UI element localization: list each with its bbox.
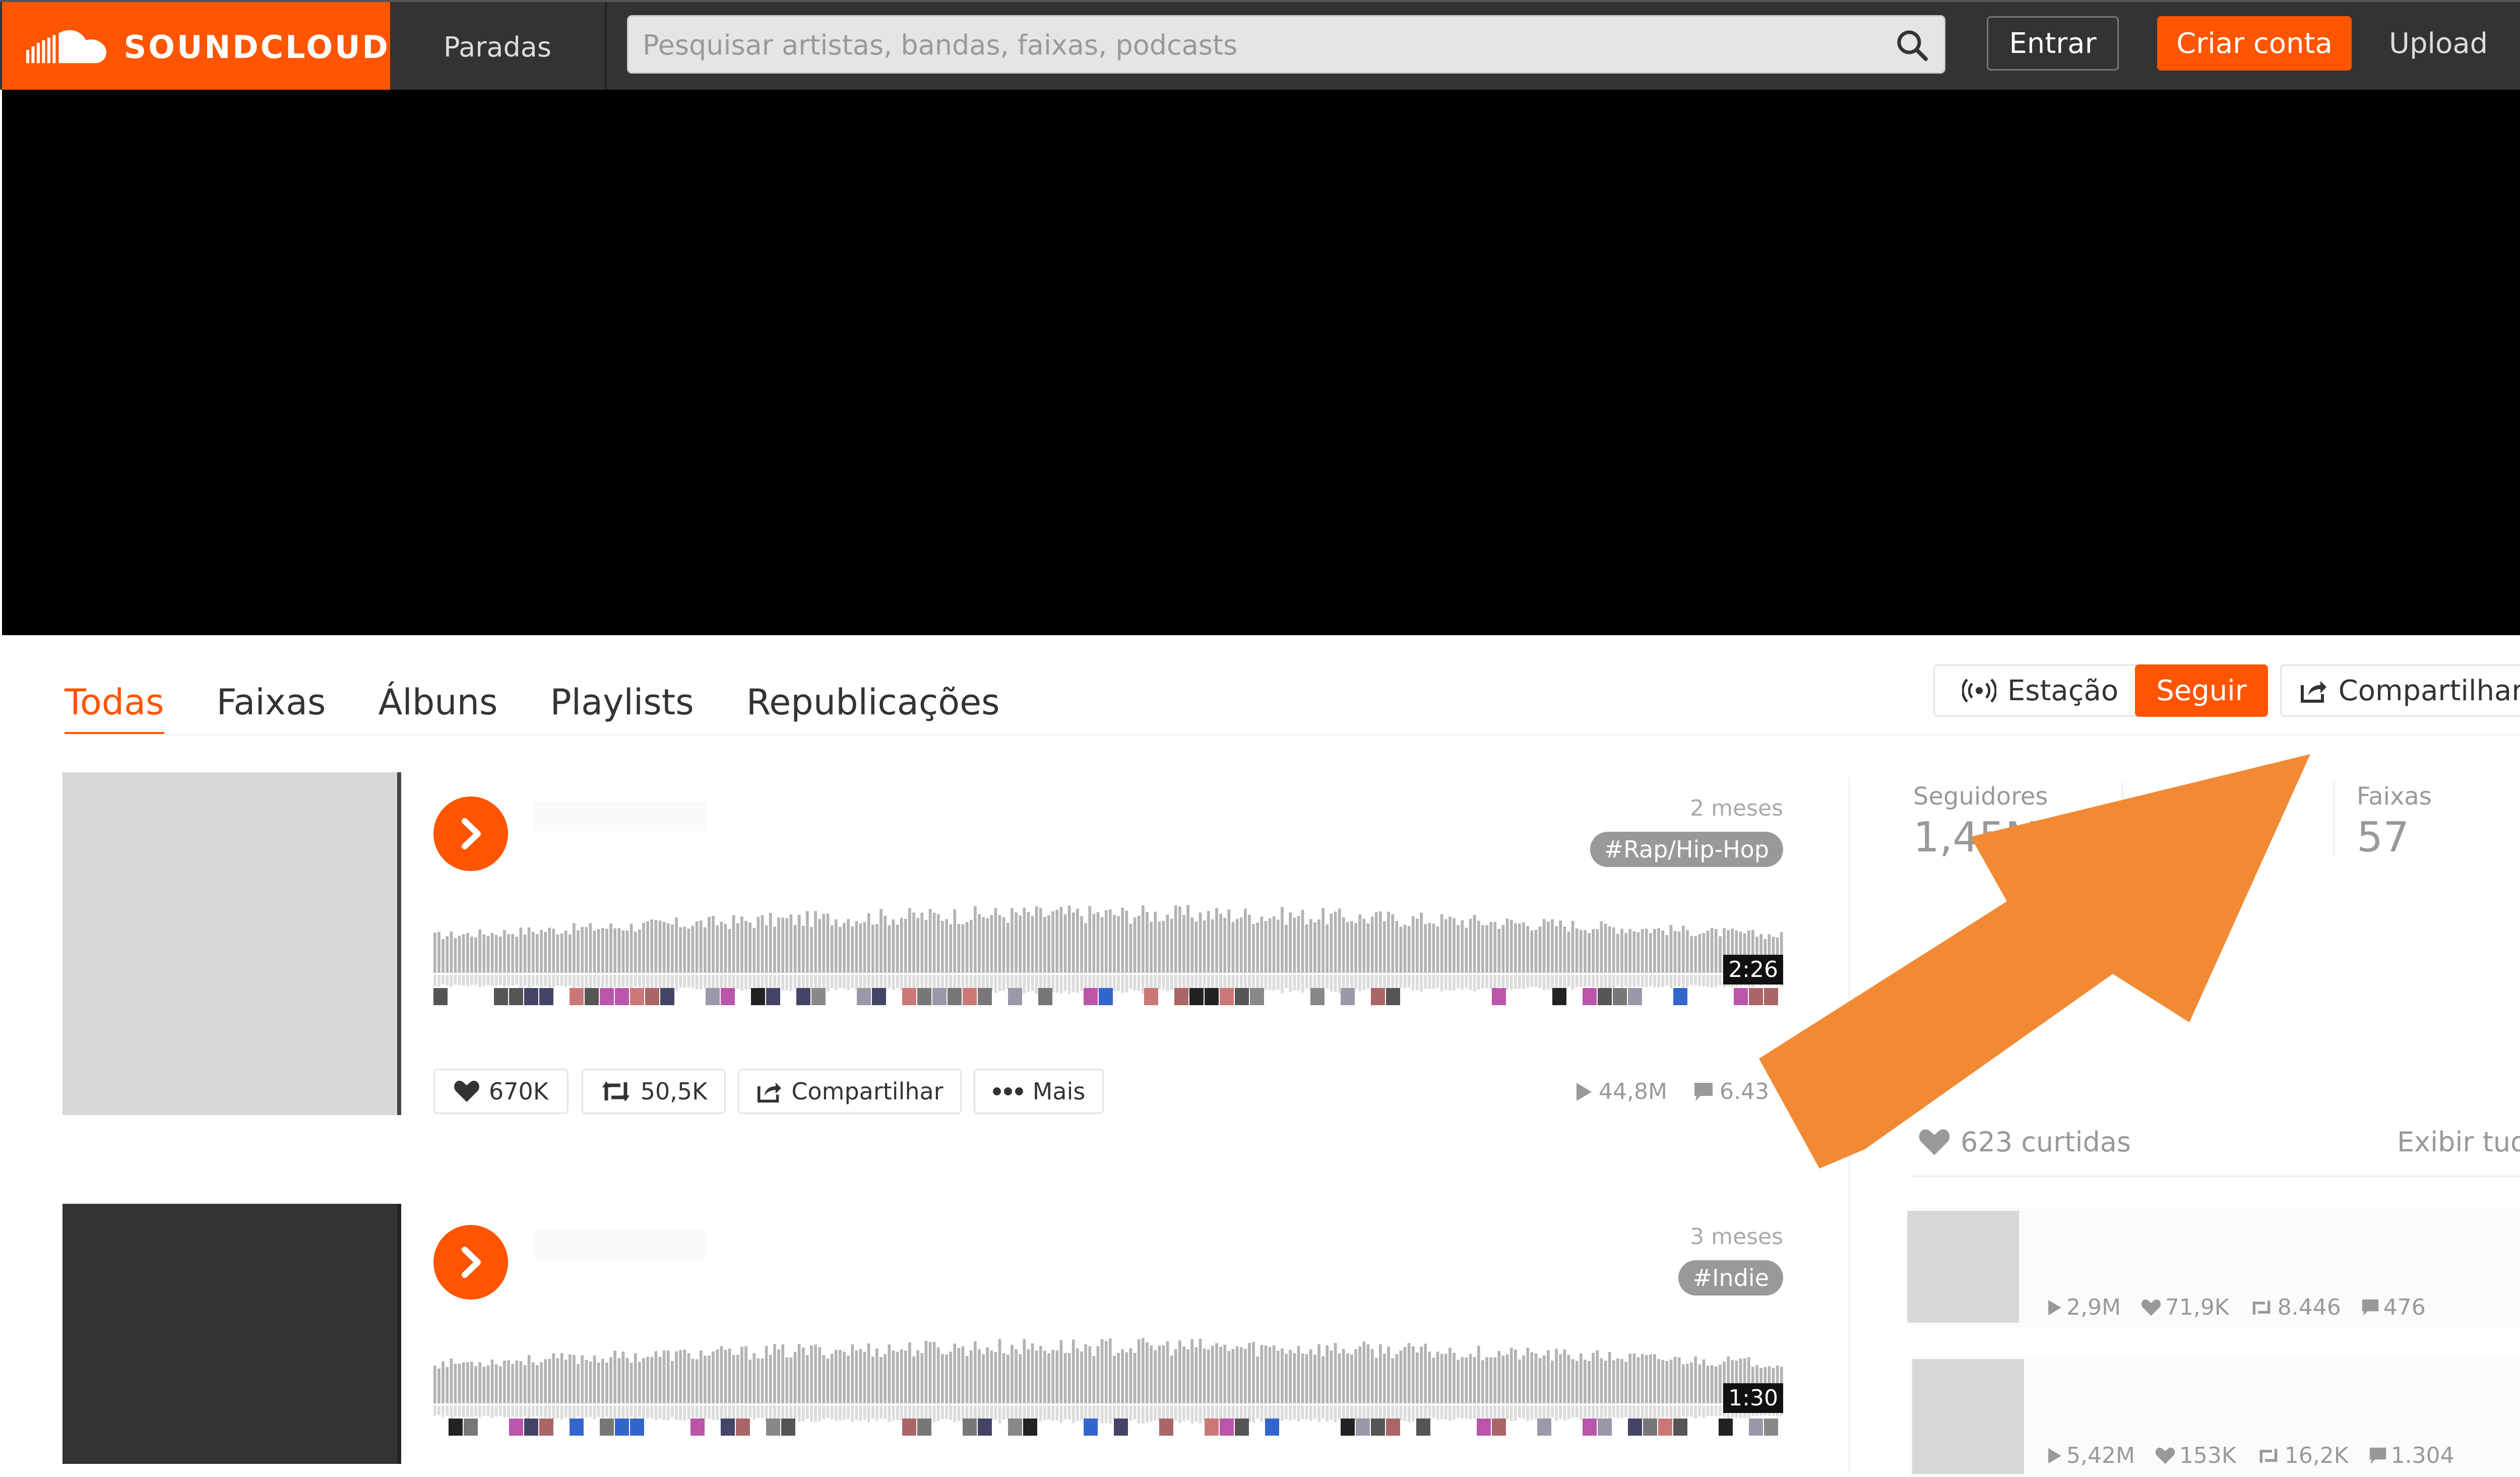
sidebar-partial-text: er	[1991, 1018, 2014, 1044]
likes-header[interactable]: 623 curtidas	[1918, 1126, 2131, 1158]
like-button[interactable]: 670K	[433, 1069, 569, 1114]
comment-icon	[2362, 1299, 2378, 1316]
track-duration: 1:30	[1723, 1383, 1783, 1413]
liked-comments: 1.304	[2369, 1443, 2454, 1468]
soundcloud-logo[interactable]: SOUNDCLOUD	[2, 2, 390, 92]
repost-button[interactable]: 50,5K	[582, 1069, 726, 1114]
stat-separator	[2334, 781, 2335, 857]
top-header: SOUNDCLOUD Paradas Entrar Criar conta Up…	[0, 0, 2520, 92]
search-icon[interactable]	[1895, 28, 1930, 63]
tab-reposts[interactable]: Republicações	[746, 674, 1000, 735]
liked-plays: 5,42M	[2046, 1443, 2135, 1468]
tracks-value: 57	[2357, 814, 2410, 861]
followers-value: 1,45M	[1913, 814, 2041, 861]
heart-icon	[1919, 1129, 1950, 1155]
liked-reposts: 8.446	[2249, 1295, 2341, 1320]
liked-likes: 71,9K	[2141, 1295, 2229, 1320]
station-label: Estação	[2007, 674, 2119, 707]
comment-icon	[2369, 1447, 2386, 1464]
station-broadcast-icon	[1962, 679, 1996, 703]
tab-albums[interactable]: Álbuns	[378, 674, 497, 735]
track-duration: 2:26	[1723, 955, 1783, 984]
play-chevron-icon	[462, 1247, 481, 1278]
share-profile-label: Compartilhar	[2338, 674, 2520, 707]
liked-track-artwork[interactable]	[1907, 1211, 2019, 1323]
nav-charts[interactable]: Paradas	[390, 2, 607, 92]
create-account-button[interactable]: Criar conta	[2157, 16, 2352, 71]
soundcloud-cloud-icon	[26, 30, 107, 64]
liked-reposts: 16,2K	[2256, 1443, 2349, 1468]
track-title[interactable]	[534, 802, 706, 832]
followers-label: Seguidores	[1913, 782, 2048, 811]
likes-count-label: 623 curtidas	[1961, 1126, 2131, 1158]
tab-playlists[interactable]: Playlists	[550, 674, 694, 735]
heart-icon	[2141, 1299, 2161, 1316]
signin-button[interactable]: Entrar	[1987, 16, 2119, 71]
likes-divider	[1910, 1176, 2520, 1177]
liked-track-artwork[interactable]	[1912, 1359, 2024, 1474]
search-input[interactable]	[628, 17, 1894, 73]
followers-stat[interactable]: Seguidores 1,45M	[1913, 782, 2048, 861]
play-count-icon	[2048, 1448, 2061, 1463]
track-posted-date: 2 meses	[1690, 795, 1783, 821]
liked-likes: 153K	[2155, 1443, 2236, 1468]
like-count: 670K	[489, 1078, 548, 1105]
play-chevron-icon	[462, 818, 481, 849]
search-box	[627, 15, 1945, 74]
liked-track-stats: 2,9M 71,9K 8.446 476	[2046, 1295, 2426, 1320]
track-artwork[interactable]	[62, 1204, 401, 1464]
more-dots-icon	[992, 1087, 1023, 1095]
view-all-link[interactable]: Exibir tudo	[2397, 1126, 2520, 1158]
repost-icon	[602, 1081, 629, 1101]
stat-separator	[2122, 781, 2123, 857]
track-title[interactable]	[534, 1230, 706, 1260]
repost-icon	[2259, 1448, 2278, 1463]
upload-link[interactable]: Upload	[2389, 16, 2488, 71]
more-button[interactable]: Mais	[974, 1069, 1104, 1114]
share-label: Compartilhar	[791, 1078, 943, 1105]
hash-icon: #	[1604, 836, 1624, 863]
profile-banner	[2, 90, 2520, 635]
comment-count: 6.43	[1693, 1079, 1769, 1104]
track-artwork[interactable]	[62, 772, 401, 1115]
play-button[interactable]	[433, 1225, 508, 1300]
follow-button[interactable]: Seguir	[2135, 664, 2268, 717]
play-count-icon	[1577, 1082, 1592, 1101]
genre-tag[interactable]: # Indie	[1678, 1260, 1783, 1296]
logo-wordmark: SOUNDCLOUD	[123, 28, 390, 66]
tab-all[interactable]: Todas	[65, 674, 164, 735]
track-waveform[interactable]	[433, 1323, 1784, 1444]
share-icon	[2300, 681, 2326, 703]
comment-count-value: 6.43	[1720, 1079, 1769, 1104]
sidebar-divider	[1849, 776, 1850, 1472]
station-button[interactable]: Estação	[1933, 664, 2147, 717]
genre-tag-label: Rap/Hip-Hop	[1623, 836, 1769, 863]
track-waveform[interactable]	[433, 892, 1784, 1013]
profile-tabs: Todas Faixas Álbuns Playlists Republicaç…	[65, 674, 1000, 740]
hash-icon: #	[1692, 1264, 1712, 1291]
play-button[interactable]	[433, 796, 508, 871]
share-icon	[758, 1082, 782, 1103]
liked-comments: 476	[2361, 1295, 2426, 1320]
heart-icon	[2155, 1447, 2175, 1464]
share-button[interactable]: Compartilhar	[738, 1069, 962, 1114]
more-label: Mais	[1032, 1078, 1086, 1105]
tab-tracks[interactable]: Faixas	[217, 674, 326, 735]
comment-icon	[1694, 1082, 1713, 1101]
heart-icon	[454, 1080, 479, 1102]
repost-count: 50,5K	[640, 1078, 708, 1105]
genre-tag-label: Indie	[1712, 1264, 1769, 1291]
liked-track-stats: 5,42M 153K 16,2K 1.304	[2046, 1443, 2454, 1468]
liked-plays: 2,9M	[2046, 1295, 2121, 1320]
share-profile-button[interactable]: Compartilhar	[2280, 664, 2520, 717]
genre-tag[interactable]: # Rap/Hip-Hop	[1590, 832, 1783, 867]
play-count-icon	[2048, 1300, 2061, 1315]
play-count-value: 44,8M	[1599, 1079, 1667, 1104]
track-posted-date: 3 meses	[1690, 1224, 1783, 1250]
tabs-divider	[65, 734, 2520, 735]
tracks-stat[interactable]: Faixas 57	[2357, 782, 2432, 861]
repost-icon	[2252, 1300, 2271, 1315]
play-count: 44,8M	[1574, 1079, 1667, 1104]
tracks-label: Faixas	[2357, 782, 2432, 811]
